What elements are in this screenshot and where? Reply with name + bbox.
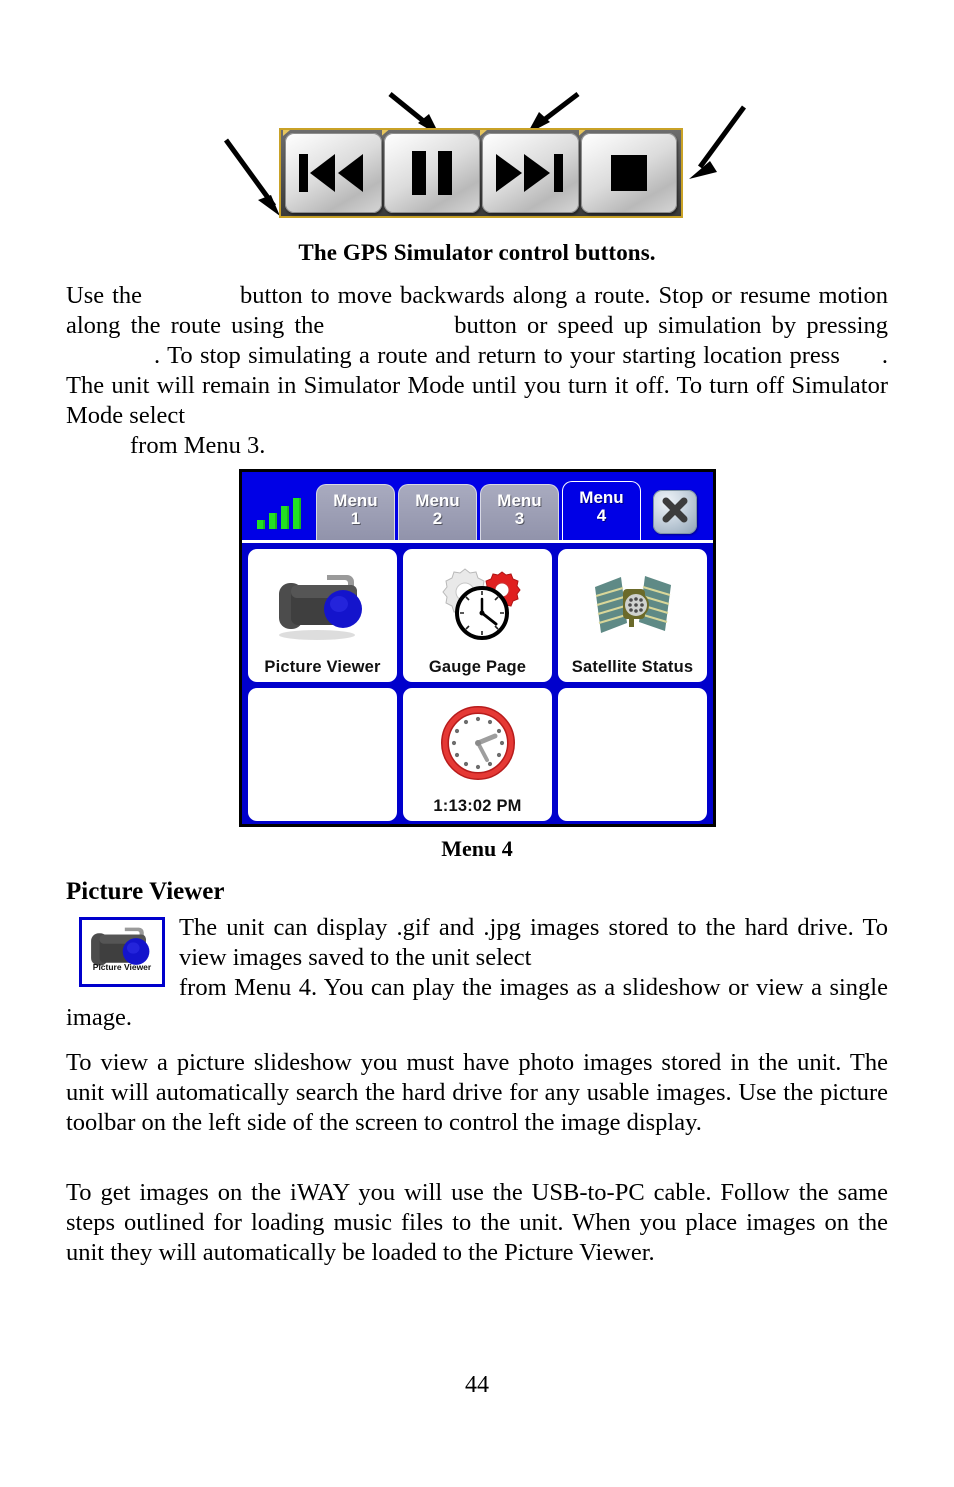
paragraph-text-seg4: . To stop simulating a route and return … [154, 342, 840, 369]
page-number: 44 [465, 1372, 489, 1398]
tab-menu-1-line2: 1 [350, 509, 361, 529]
inline-pause-button-image-missing [324, 311, 454, 341]
tab-menu-2-line2: 2 [432, 509, 443, 529]
clock-icon [403, 688, 552, 797]
menu-cell-empty-right[interactable] [558, 688, 707, 821]
section-heading-picture-viewer: Picture Viewer [66, 878, 225, 905]
picture-viewer-desc-seg2: from Menu 4. You can play the images as … [66, 974, 888, 1031]
figure-caption-simulator-buttons: The GPS Simulator control buttons. [298, 240, 656, 265]
menu-cell-gauge-page[interactable]: Gauge Page [403, 549, 552, 682]
menu-cell-clock-label: 1:13:02 PM [433, 797, 522, 815]
tab-menu-4-line1: Menu [579, 488, 624, 507]
skip-forward-icon [494, 150, 566, 196]
tab-menu-2[interactable]: Menu 2 [398, 484, 477, 540]
stop-icon [609, 153, 649, 193]
figure-caption-menu4: Menu 4 [441, 836, 513, 861]
gear-clock-icon [403, 549, 552, 658]
skip-backward-icon [297, 150, 369, 196]
inline-menu3-option-image-missing [66, 431, 130, 461]
paragraph-simulator-usage: Use the button to move backwards along a… [66, 281, 888, 431]
paragraph-usb-transfer: To get images on the iWAY you will use t… [66, 1179, 888, 1266]
inline-picture-viewer-icon-missing [531, 943, 591, 973]
tab-menu-1[interactable]: Menu 1 [316, 484, 395, 540]
paragraph-simulator-usage-tail: from Menu 3. [66, 431, 888, 461]
picture-viewer-description-block: Picture Viewer The unit can display .gif… [66, 913, 888, 1033]
tab-menu-3-line1: Menu [497, 491, 542, 510]
signal-strength-icon [242, 472, 316, 540]
tab-menu-1-line1: Menu [333, 491, 378, 510]
menu-cell-picture-viewer[interactable]: Picture Viewer [248, 549, 397, 682]
menu-cell-satellite-status[interactable]: Satellite Status [558, 549, 707, 682]
menu-cell-clock[interactable]: 1:13:02 PM [403, 688, 552, 821]
paragraph-text-seg3: button or speed up simulation by pressin… [454, 312, 888, 339]
device-screenshot-menu4: Menu 1 Menu 2 Menu 3 Menu 4 Picture View… [239, 469, 716, 827]
tab-menu-3[interactable]: Menu 3 [480, 484, 559, 540]
stop-button[interactable] [580, 133, 677, 213]
inline-rewind-button-image-missing [142, 281, 240, 311]
pause-icon [408, 149, 456, 197]
menu-cell-gauge-page-label: Gauge Page [428, 658, 527, 676]
gps-simulator-buttons-figure [0, 86, 954, 226]
tab-menu-4-line2: 4 [596, 506, 607, 526]
close-icon [660, 495, 690, 530]
inline-fastforward-button-image-missing [66, 341, 154, 371]
inline-stop-button-image-missing [840, 341, 882, 371]
menu-cell-empty-left[interactable] [248, 688, 397, 821]
paragraph-text-seg1: Use the [66, 282, 143, 309]
tab-menu-2-line1: Menu [415, 491, 460, 510]
pause-button[interactable] [383, 133, 480, 213]
camera-icon [248, 549, 397, 658]
paragraph-text-seg6: from Menu 3. [130, 432, 266, 459]
satellite-icon [558, 549, 707, 658]
annotation-arrow-stop [680, 103, 750, 189]
menu-cell-satellite-status-label: Satellite Status [571, 658, 694, 676]
device-menu-grid: Picture Viewer Gauge Page Satellite Stat… [242, 543, 713, 824]
picture-viewer-thumbnail: Picture Viewer [79, 917, 165, 987]
picture-viewer-thumbnail-label: Picture Viewer [92, 962, 152, 972]
paragraph-slideshow: To view a picture slideshow you must hav… [66, 1049, 888, 1136]
rewind-button[interactable] [285, 133, 382, 213]
close-button[interactable] [653, 490, 697, 534]
menu-cell-picture-viewer-label: Picture Viewer [264, 658, 381, 676]
simulator-control-toolbar [279, 128, 683, 218]
fast-forward-button[interactable] [482, 133, 579, 213]
picture-viewer-description-text: The unit can display .gif and .jpg image… [66, 913, 888, 1033]
device-tabbar: Menu 1 Menu 2 Menu 3 Menu 4 [242, 472, 713, 543]
tab-menu-4[interactable]: Menu 4 [562, 481, 641, 540]
tab-menu-3-line2: 3 [514, 509, 525, 529]
